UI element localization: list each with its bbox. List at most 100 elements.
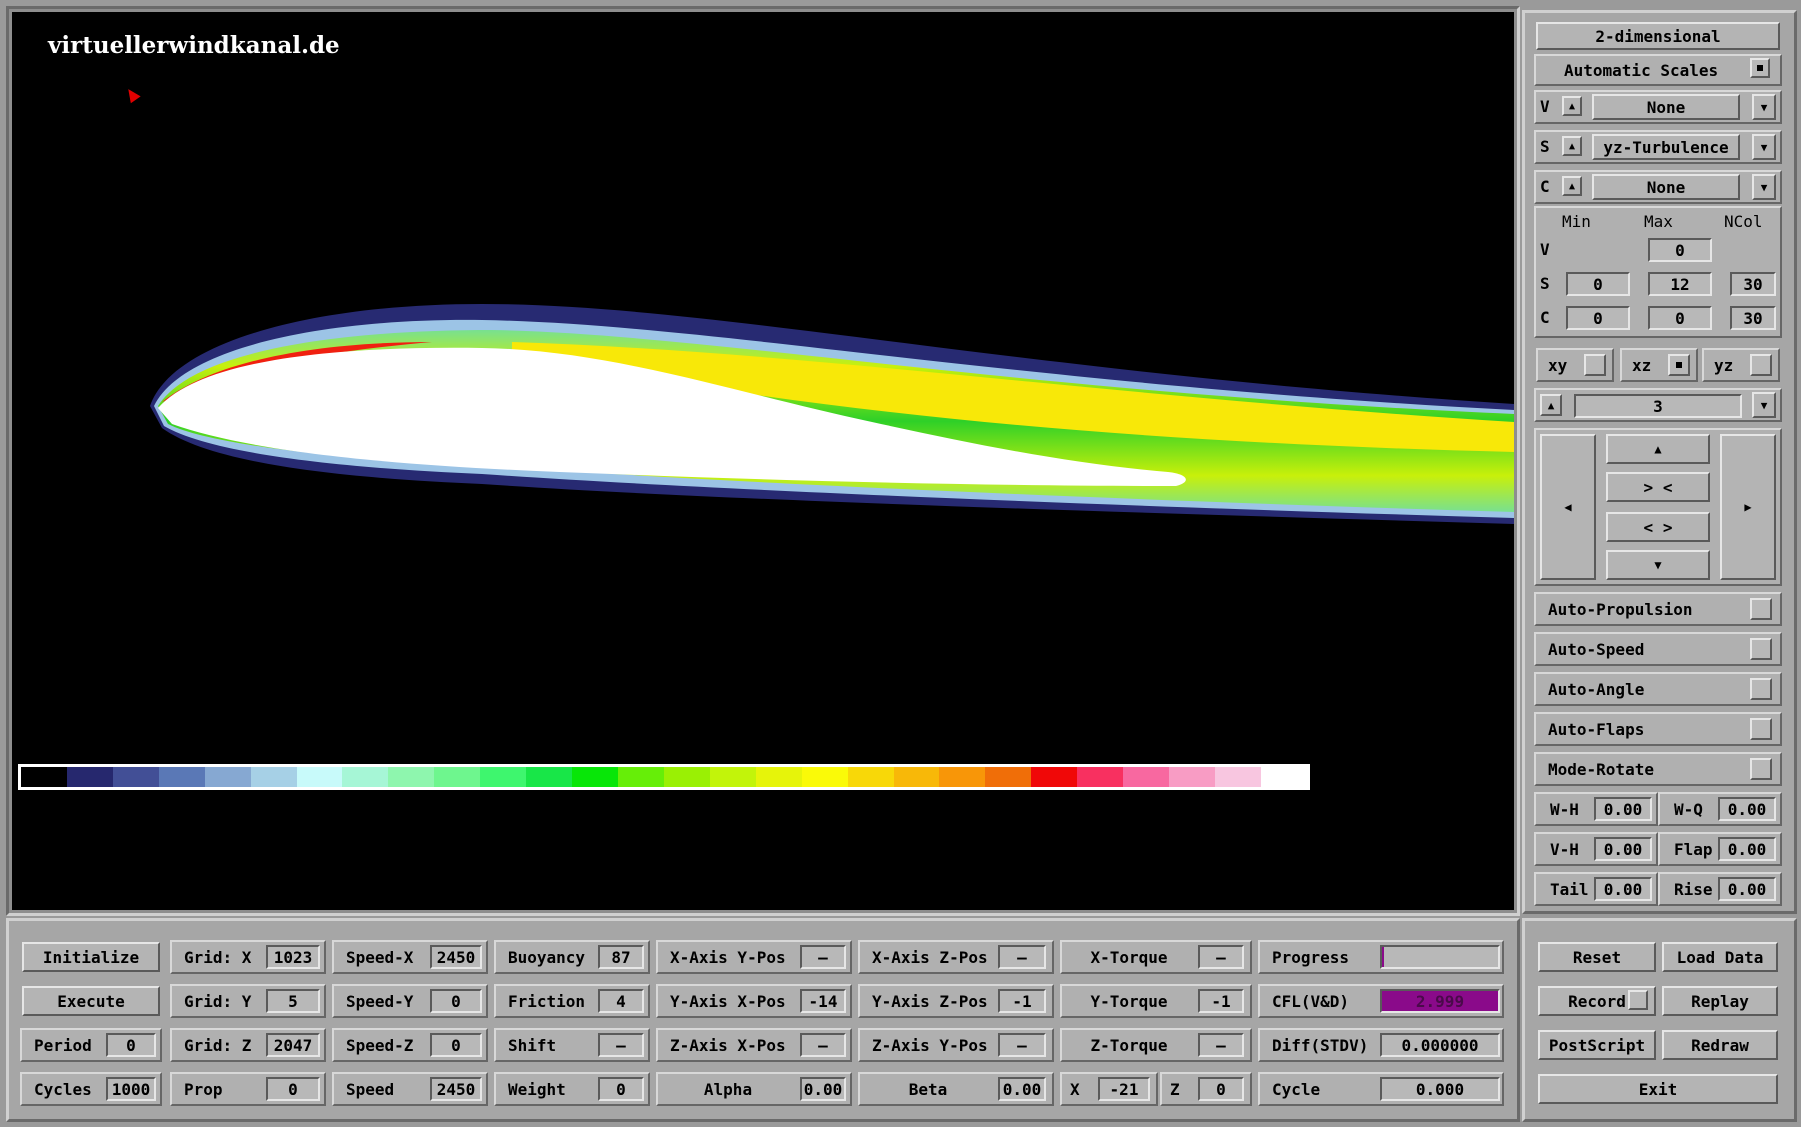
- zaxis-ypos-field[interactable]: —: [998, 1033, 1046, 1057]
- range-min-field[interactable]: 0: [1566, 306, 1630, 330]
- buoyancy-field[interactable]: 87: [598, 945, 644, 969]
- weight-field[interactable]: 0: [598, 1077, 644, 1101]
- param-label: W-H: [1550, 799, 1579, 819]
- progress-label: Progress: [1272, 947, 1350, 967]
- exit-button[interactable]: Exit: [1538, 1074, 1778, 1104]
- toggle-checkbox[interactable]: [1750, 678, 1772, 700]
- redraw-button[interactable]: Redraw: [1662, 1030, 1778, 1060]
- period-field[interactable]: 0: [106, 1033, 156, 1057]
- z-field[interactable]: 0: [1198, 1077, 1244, 1101]
- nav-right-button[interactable]: ▶: [1720, 434, 1776, 580]
- color-scale-swatch: [21, 767, 67, 787]
- selector-up-icon[interactable]: ▲: [1562, 176, 1582, 196]
- yaxis-zpos-field[interactable]: -1: [998, 989, 1046, 1013]
- range-header-min: Min: [1562, 211, 1591, 231]
- speed-x-field[interactable]: 2450: [430, 945, 482, 969]
- period-label: Period: [34, 1035, 92, 1055]
- prop-label: Prop: [184, 1079, 223, 1099]
- reset-button[interactable]: Reset: [1538, 942, 1656, 972]
- toggle-checkbox[interactable]: [1750, 718, 1772, 740]
- speed-field[interactable]: 2450: [430, 1077, 482, 1101]
- cycle-field[interactable]: 0.000: [1380, 1077, 1500, 1101]
- slice-value[interactable]: 3: [1574, 394, 1742, 418]
- grid-y-field[interactable]: 5: [266, 989, 320, 1013]
- shift-field[interactable]: —: [598, 1033, 644, 1057]
- y-torque-field[interactable]: -1: [1198, 989, 1244, 1013]
- nav-left-button[interactable]: ◀: [1540, 434, 1596, 580]
- slice-up-icon[interactable]: ▲: [1540, 394, 1562, 416]
- x-torque-field[interactable]: —: [1198, 945, 1244, 969]
- xaxis-ypos-label: X-Axis Y-Pos: [670, 947, 786, 967]
- range-min-field[interactable]: 0: [1566, 272, 1630, 296]
- selector-value[interactable]: None: [1592, 94, 1740, 120]
- color-scale-swatch: [617, 767, 664, 787]
- replay-button[interactable]: Replay: [1662, 986, 1778, 1016]
- xaxis-zpos-label: X-Axis Z-Pos: [872, 947, 988, 967]
- cycles-field[interactable]: 1000: [106, 1077, 156, 1101]
- speed-z-field[interactable]: 0: [430, 1033, 482, 1057]
- zaxis-xpos-field[interactable]: —: [800, 1033, 846, 1057]
- param-value[interactable]: 0.00: [1718, 877, 1776, 901]
- xaxis-zpos-field[interactable]: —: [998, 945, 1046, 969]
- speed-y-field[interactable]: 0: [430, 989, 482, 1013]
- xaxis-ypos-field[interactable]: —: [800, 945, 846, 969]
- z-label: Z: [1170, 1079, 1180, 1099]
- nav-contract-button[interactable]: > <: [1606, 472, 1710, 502]
- z-torque-field[interactable]: —: [1198, 1033, 1244, 1057]
- nav-expand-button[interactable]: < >: [1606, 512, 1710, 542]
- friction-field[interactable]: 4: [598, 989, 644, 1013]
- nav-up-button[interactable]: ▲: [1606, 434, 1710, 464]
- param-value[interactable]: 0.00: [1718, 797, 1776, 821]
- range-ncol-field[interactable]: 30: [1730, 272, 1776, 296]
- yaxis-xpos-field[interactable]: -14: [800, 989, 846, 1013]
- flow-viewport[interactable]: virtuellerwindkanal.de: [12, 12, 1514, 910]
- plane-checkbox-xy[interactable]: [1584, 354, 1606, 376]
- initialize-button[interactable]: Initialize: [22, 942, 160, 972]
- toggle-checkbox[interactable]: [1750, 638, 1772, 660]
- selector-down-icon[interactable]: ▼: [1752, 174, 1776, 200]
- selector-value[interactable]: None: [1592, 174, 1740, 200]
- param-value[interactable]: 0.00: [1718, 837, 1776, 861]
- execute-button[interactable]: Execute: [22, 986, 160, 1016]
- x-field[interactable]: -21: [1098, 1077, 1150, 1101]
- grid-y-label: Grid: Y: [184, 991, 252, 1011]
- record-checkbox[interactable]: [1628, 990, 1648, 1010]
- auto-scales-checkbox[interactable]: [1750, 58, 1770, 78]
- nav-down-button[interactable]: ▼: [1606, 550, 1710, 580]
- color-scale-swatch: [1123, 767, 1170, 787]
- param-value[interactable]: 0.00: [1594, 797, 1652, 821]
- selector-up-icon[interactable]: ▲: [1562, 136, 1582, 156]
- param-value[interactable]: 0.00: [1594, 877, 1652, 901]
- cfl-field[interactable]: 2.999: [1380, 989, 1500, 1013]
- beta-field[interactable]: 0.00: [998, 1077, 1046, 1101]
- selector-up-icon[interactable]: ▲: [1562, 96, 1582, 116]
- toggle-checkbox[interactable]: [1750, 598, 1772, 620]
- range-ncol-field[interactable]: 30: [1730, 306, 1776, 330]
- grid-x-field[interactable]: 1023: [266, 945, 320, 969]
- buoyancy-label: Buoyancy: [508, 947, 586, 967]
- diff-field[interactable]: 0.000000: [1380, 1033, 1500, 1057]
- alpha-field[interactable]: 0.00: [800, 1077, 846, 1101]
- selector-down-icon[interactable]: ▼: [1752, 134, 1776, 160]
- plane-checkbox-yz[interactable]: [1750, 354, 1772, 376]
- prop-field[interactable]: 0: [266, 1077, 320, 1101]
- color-scale-swatch: [250, 767, 297, 787]
- plane-checkbox-xz[interactable]: [1668, 354, 1690, 376]
- range-max-field[interactable]: 12: [1648, 272, 1712, 296]
- plane-label-xz: xz: [1632, 355, 1652, 375]
- y-torque-label: Y-Torque: [1090, 991, 1168, 1011]
- slice-down-icon[interactable]: ▼: [1752, 392, 1776, 418]
- postscript-button[interactable]: PostScript: [1538, 1030, 1656, 1060]
- range-max-field[interactable]: 0: [1648, 238, 1712, 262]
- range-max-field[interactable]: 0: [1648, 306, 1712, 330]
- toggle-label: Auto-Flaps: [1548, 719, 1645, 739]
- grid-z-field[interactable]: 2047: [266, 1033, 320, 1057]
- load-data-button[interactable]: Load Data: [1662, 942, 1778, 972]
- range-row-key: S: [1540, 273, 1550, 293]
- dimension-button[interactable]: 2-dimensional: [1536, 22, 1780, 50]
- selector-down-icon[interactable]: ▼: [1752, 94, 1776, 120]
- toggle-checkbox[interactable]: [1750, 758, 1772, 780]
- color-scale-swatch: [204, 767, 251, 787]
- selector-value[interactable]: yz-Turbulence: [1592, 134, 1740, 160]
- param-value[interactable]: 0.00: [1594, 837, 1652, 861]
